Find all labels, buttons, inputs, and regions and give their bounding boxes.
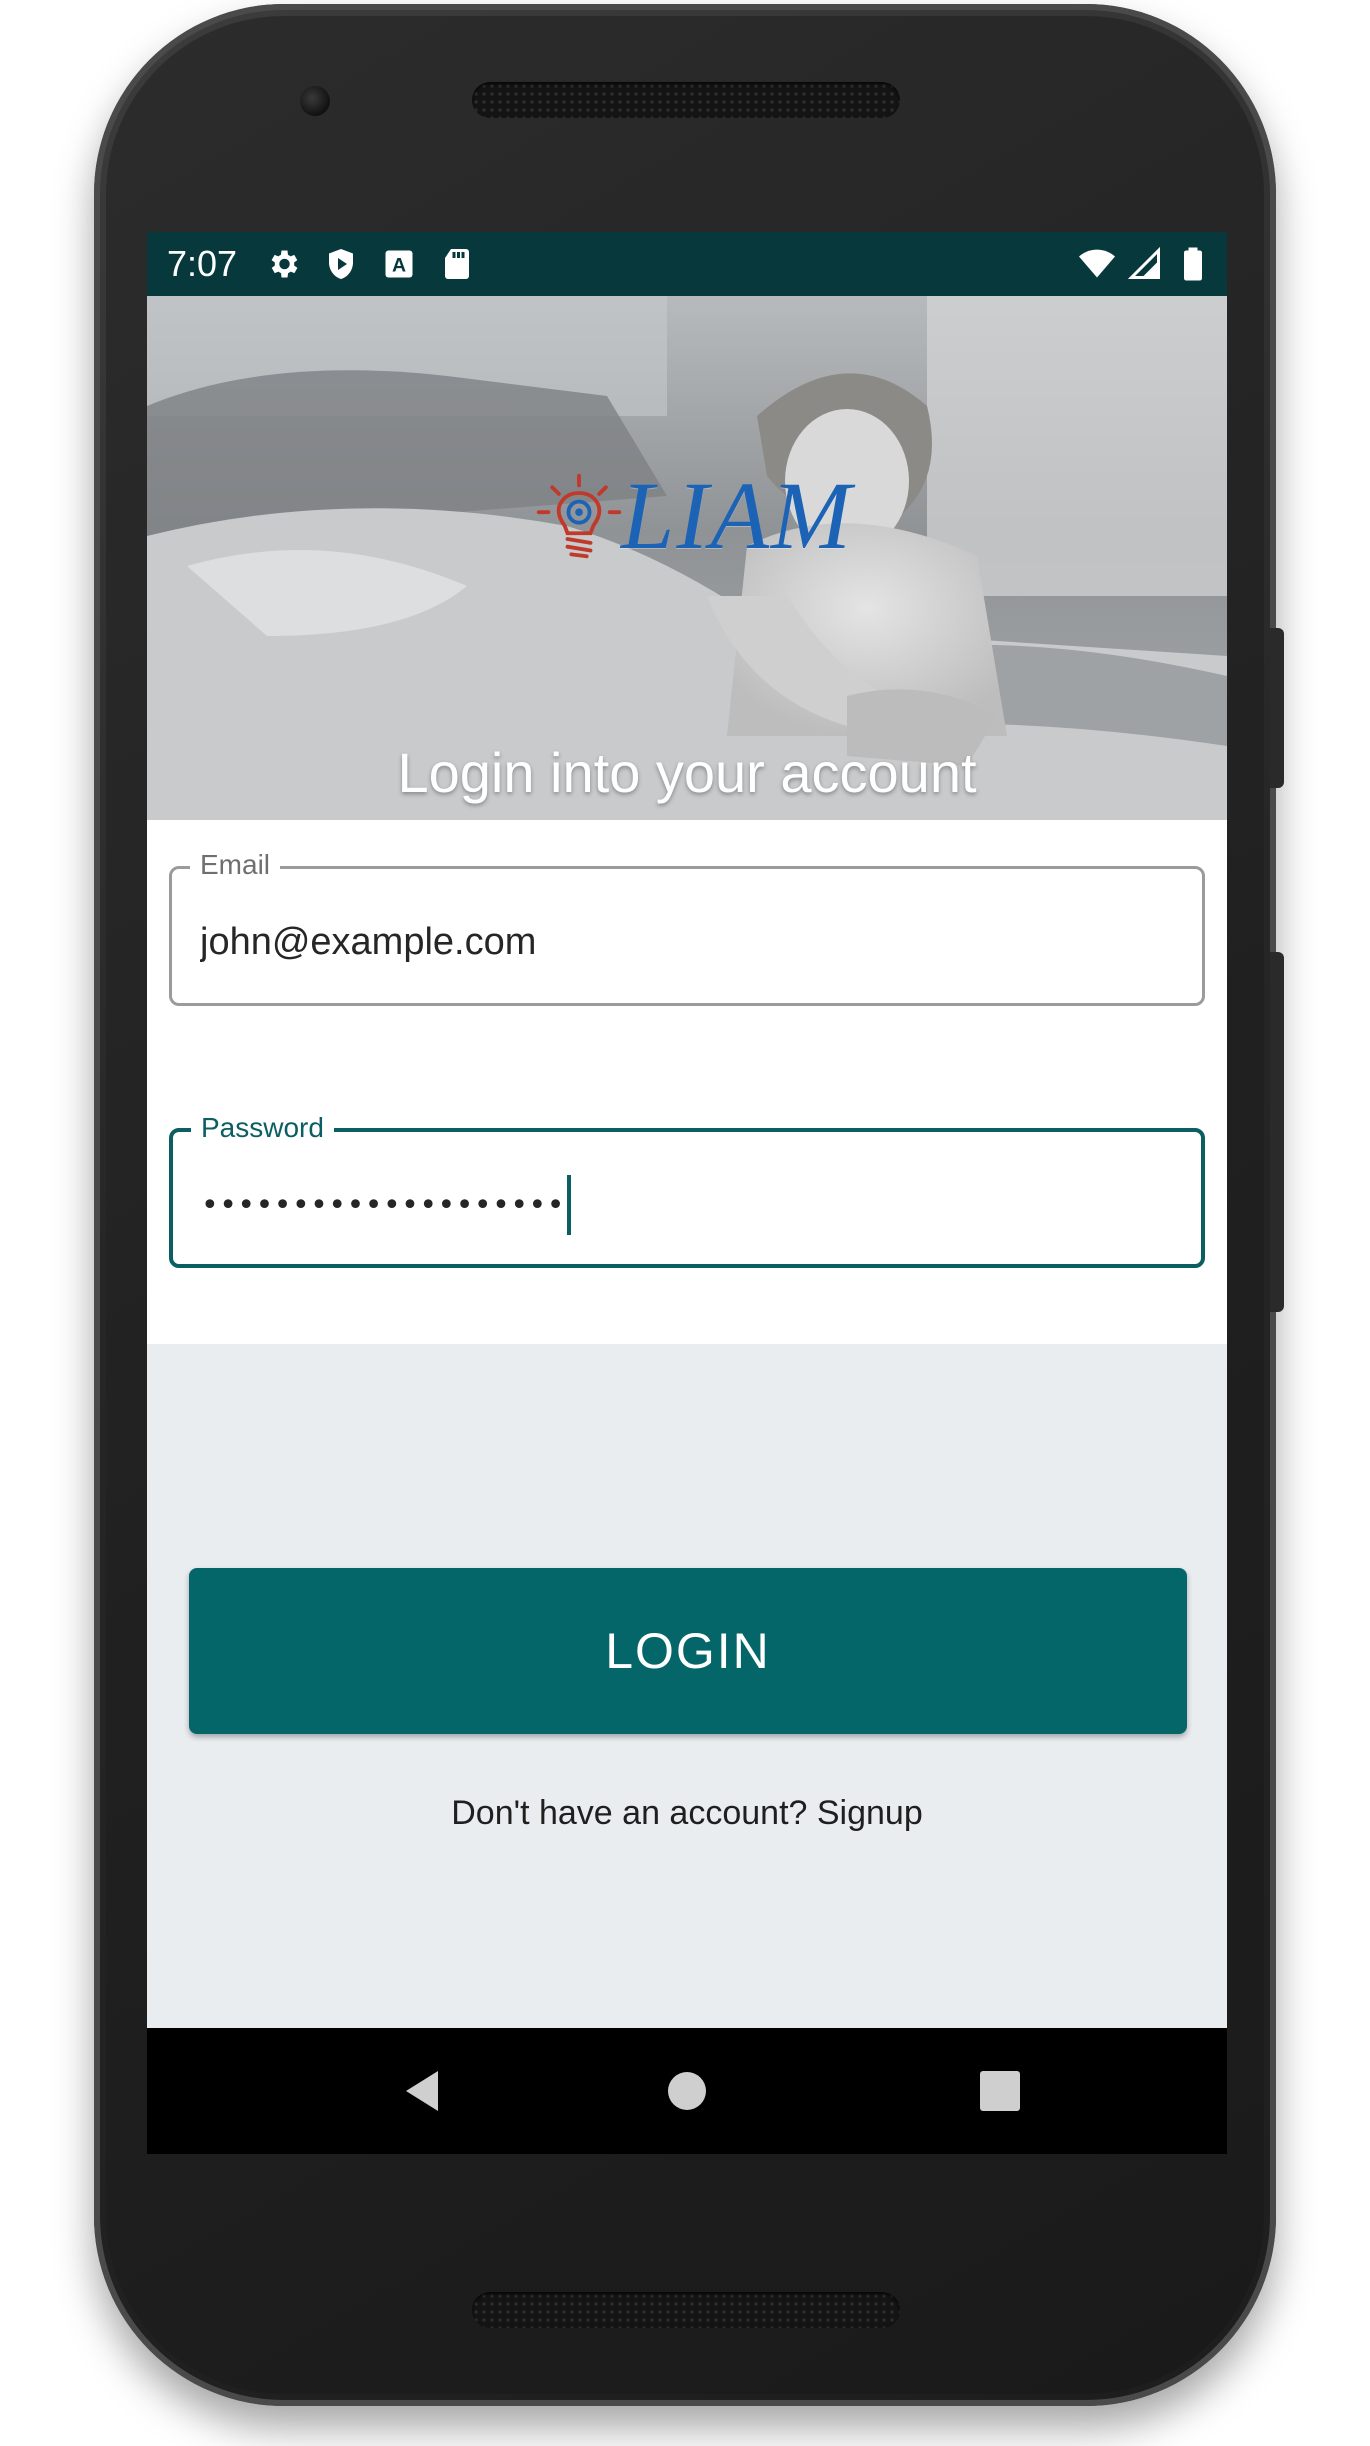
password-field[interactable]: Password •••••••••••••••••••• (169, 1110, 1205, 1268)
back-button[interactable] (397, 2066, 447, 2116)
logo-text: LIAM (621, 462, 853, 569)
signup-link[interactable]: Don't have an account? Signup (451, 1794, 923, 1832)
signal-icon (1127, 246, 1160, 279)
email-field[interactable]: Email (169, 847, 1205, 1006)
recents-button[interactable] (975, 2066, 1025, 2116)
power-button (1270, 628, 1284, 788)
login-button[interactable]: LOGIN (189, 1568, 1187, 1734)
app-logo: LIAM (533, 466, 853, 566)
home-icon (668, 2072, 706, 2110)
status-system-icons (1079, 246, 1211, 282)
svg-text:A: A (392, 255, 406, 277)
shield-icon (329, 249, 354, 279)
bottom-speaker (472, 2292, 900, 2328)
font-icon: A (385, 250, 413, 278)
back-icon (406, 2071, 438, 2111)
status-notification-icons: A (265, 246, 475, 282)
volume-button (1270, 952, 1284, 1312)
header-banner: LIAM Login into your account (147, 296, 1227, 820)
sd-card-icon (445, 249, 470, 279)
text-cursor (566, 1175, 571, 1235)
login-form: Email Password •••••••••••••••••••• (147, 820, 1227, 1344)
signup-link-row: Don't have an account? Signup (147, 1794, 1227, 1833)
email-input[interactable] (200, 917, 1160, 967)
password-input[interactable]: •••••••••••••••••••• (201, 1175, 571, 1235)
password-label: Password (191, 1110, 334, 1146)
earpiece-speaker (472, 82, 900, 118)
home-button[interactable] (662, 2066, 712, 2116)
app-screen: 7:07 A LIAM Login into your account Emai… (147, 232, 1227, 2154)
wifi-icon (1079, 249, 1115, 278)
battery-icon (1184, 247, 1202, 281)
front-camera (300, 86, 330, 116)
status-bar: 7:07 A (147, 232, 1227, 296)
status-time: 7:07 (167, 243, 238, 284)
lightbulb-icon (536, 473, 622, 559)
email-label: Email (190, 847, 281, 883)
page-title: Login into your account (397, 741, 977, 804)
password-masked-value: •••••••••••••••••••• (201, 1187, 565, 1223)
gear-icon (271, 250, 298, 278)
recents-icon (980, 2071, 1020, 2111)
navigation-bar (147, 2028, 1227, 2154)
